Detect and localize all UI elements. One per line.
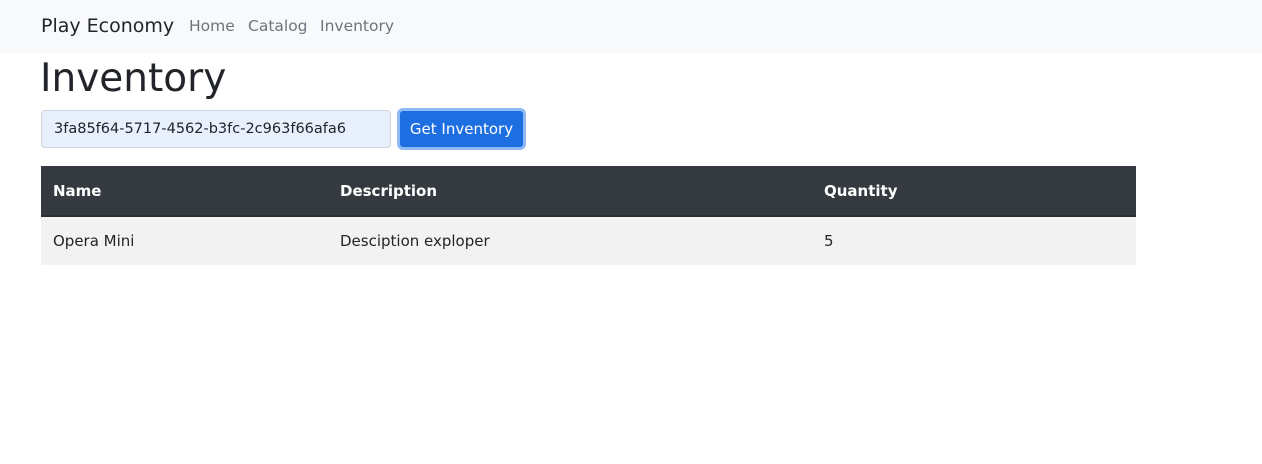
column-header-quantity: Quantity [812,166,1136,217]
table-row: Opera Mini Desciption exploper 5 [41,216,1136,265]
table-header: Name Description Quantity [41,166,1136,217]
column-header-description: Description [328,166,812,217]
nav-link-home[interactable]: Home [189,16,235,36]
cell-description: Desciption exploper [328,216,812,265]
brand-link[interactable]: Play Economy [41,14,174,38]
table-header-row: Name Description Quantity [41,166,1136,217]
page-title: Inventory [40,56,227,101]
user-id-input[interactable] [41,110,391,148]
table-body: Opera Mini Desciption exploper 5 [41,216,1136,265]
inventory-table: Name Description Quantity Opera Mini Des… [41,166,1136,265]
get-inventory-button[interactable]: Get Inventory [397,108,526,150]
nav-link-inventory[interactable]: Inventory [320,16,394,36]
cell-quantity: 5 [812,216,1136,265]
cell-name: Opera Mini [41,216,328,265]
nav-link-catalog[interactable]: Catalog [248,16,308,36]
column-header-name: Name [41,166,328,217]
navbar: Play Economy Home Catalog Inventory [0,0,1262,53]
